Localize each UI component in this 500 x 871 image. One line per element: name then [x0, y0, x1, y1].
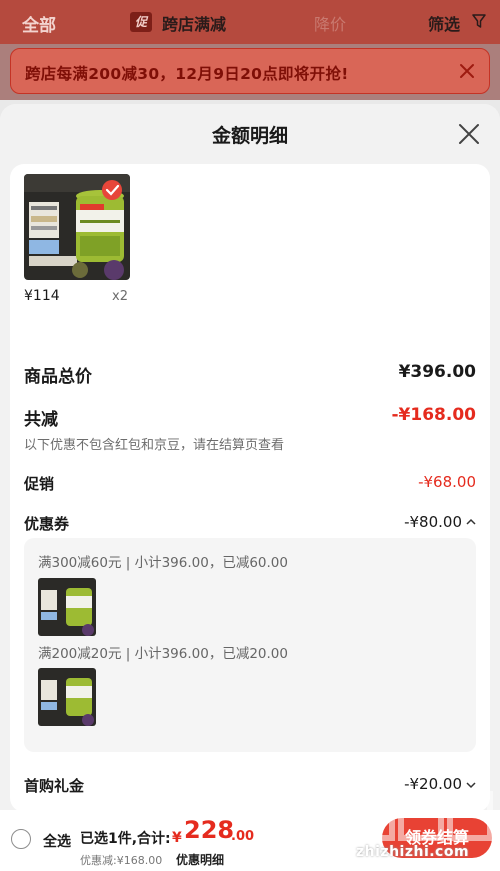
total-amount-decimal: .00 — [231, 829, 255, 844]
reduce-note: 以下优惠不包含红包和京豆，请在结算页查看 — [24, 438, 285, 453]
product-quantity: x2 — [112, 289, 128, 304]
coupon-line: 满200减20元 | 小计396.00，已减20.00 — [38, 646, 288, 662]
promo-label: 促销 — [24, 475, 55, 493]
top-nav: 全部 促 跨店满减 降价 筛选 — [0, 0, 500, 44]
product-image[interactable] — [24, 174, 130, 280]
total-label: 商品总价 — [24, 367, 92, 387]
coupon-product-image — [38, 578, 96, 636]
watermark-text: zhizhizhi.com — [356, 844, 470, 860]
reduce-label: 共减 — [24, 410, 58, 430]
coupon-value: -¥80.00 — [404, 513, 462, 531]
coupon-product-image — [38, 668, 96, 726]
total-currency: ¥ — [172, 830, 182, 846]
promo-notice-text: 跨店每满200减30，12月9日20点即将开抢! — [25, 65, 349, 83]
filter-button[interactable]: 筛选 — [428, 11, 460, 35]
total-value: ¥396.00 — [398, 362, 476, 382]
promo-value: -¥68.00 — [418, 473, 476, 491]
promo-notice-banner: 跨店每满200减30，12月9日20点即将开抢! — [10, 48, 490, 94]
reduce-value: -¥168.00 — [391, 405, 477, 425]
tab-price-drop[interactable]: 降价 — [314, 11, 346, 35]
filter-icon[interactable] — [472, 14, 486, 28]
product-price: ¥114 — [24, 288, 60, 304]
amount-detail-sheet: 金额明细 ¥114 x2 商品总价 ¥396.00 共减 -¥168.00 以下… — [0, 104, 500, 871]
gift-label: 首购礼金 — [24, 777, 85, 795]
coupon-line: 满300减60元 | 小计396.00，已减60.00 — [38, 555, 288, 571]
select-all-checkbox[interactable] — [11, 829, 31, 849]
close-icon[interactable] — [458, 123, 480, 145]
sheet-header: 金额明细 — [0, 104, 500, 164]
tab-cross-store-promo[interactable]: 跨店满减 — [162, 11, 226, 35]
coupon-label: 优惠券 — [24, 515, 70, 533]
selected-count: 已选1件,合计: — [80, 831, 171, 847]
chevron-up-icon[interactable] — [466, 518, 476, 526]
tab-all[interactable]: 全部 — [22, 11, 56, 36]
discount-detail-link[interactable]: 优惠明细 — [176, 851, 224, 868]
promo-badge-icon: 促 — [130, 12, 152, 32]
select-all-label[interactable]: 全选 — [43, 831, 71, 851]
total-amount: 228 — [184, 816, 235, 844]
saved-amount: 优惠减:¥168.00 — [80, 854, 163, 867]
close-icon[interactable] — [459, 63, 475, 79]
coupon-detail-box: 满300减60元 | 小计396.00，已减60.00 满200减20元 | 小… — [24, 538, 476, 752]
sheet-title: 金额明细 — [211, 125, 288, 147]
amount-detail-card: 商品总价 ¥396.00 共减 -¥168.00 以下优惠不包含红包和京豆，请在… — [10, 342, 490, 812]
